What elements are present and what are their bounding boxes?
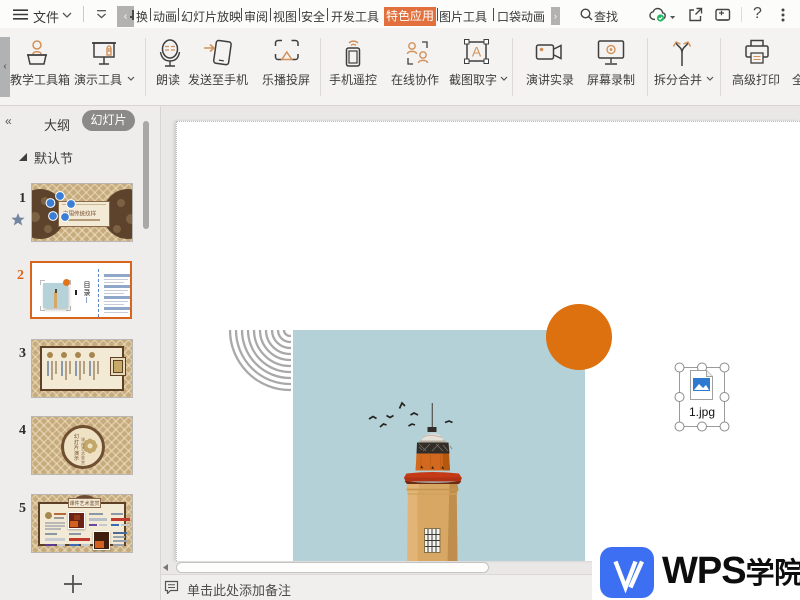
svg-text:1.jpg: 1.jpg: [689, 405, 715, 419]
svg-text:A: A: [472, 44, 482, 60]
